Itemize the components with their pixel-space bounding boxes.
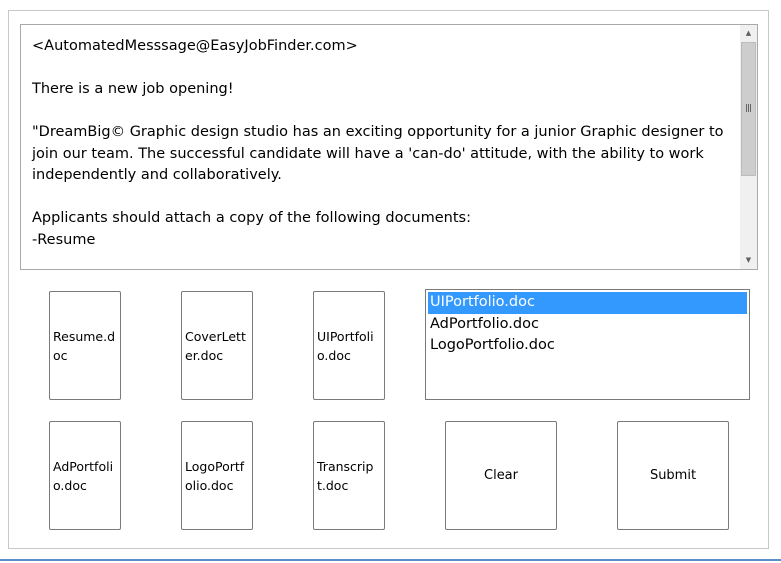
scroll-thumb[interactable] <box>741 42 756 176</box>
submit-button[interactable]: Submit <box>617 421 729 530</box>
document-tile-adportfolio[interactable]: AdPortfolio.doc <box>49 421 121 530</box>
application-window: <AutomatedMesssage@EasyJobFinder.com> Th… <box>8 10 769 549</box>
scroll-down-arrow-icon[interactable]: ▼ <box>740 252 757 269</box>
document-tile-label: Transcript.doc <box>317 458 374 493</box>
scroll-grip-icon <box>746 104 751 112</box>
document-tile-label: LogoPortfolio.doc <box>185 458 245 493</box>
clear-button[interactable]: Clear <box>445 421 557 530</box>
document-tile-label: Resume.doc <box>53 328 116 363</box>
vertical-scrollbar[interactable]: ▲ ▼ <box>740 25 757 269</box>
selected-documents-listbox[interactable]: UIPortfolio.doc AdPortfolio.doc LogoPort… <box>425 289 750 400</box>
window-bottom-edge <box>0 559 781 561</box>
document-tile-label: AdPortfolio.doc <box>53 458 114 493</box>
document-tile-coverletter[interactable]: CoverLetter.doc <box>181 291 253 400</box>
document-tile-logoportfolio[interactable]: LogoPortfolio.doc <box>181 421 253 530</box>
document-tile-label: CoverLetter.doc <box>185 328 246 363</box>
document-tile-uiportfolio[interactable]: UIPortfolio.doc <box>313 291 385 400</box>
document-tile-resume[interactable]: Resume.doc <box>49 291 121 400</box>
message-textbox[interactable]: <AutomatedMesssage@EasyJobFinder.com> Th… <box>20 24 758 270</box>
list-item[interactable]: LogoPortfolio.doc <box>428 335 747 357</box>
list-item[interactable]: UIPortfolio.doc <box>428 292 747 314</box>
list-item[interactable]: AdPortfolio.doc <box>428 314 747 336</box>
document-tile-label: UIPortfolio.doc <box>317 328 374 363</box>
document-tile-transcript[interactable]: Transcript.doc <box>313 421 385 530</box>
scroll-up-arrow-icon[interactable]: ▲ <box>740 25 757 42</box>
message-text: <AutomatedMesssage@EasyJobFinder.com> Th… <box>32 38 724 248</box>
